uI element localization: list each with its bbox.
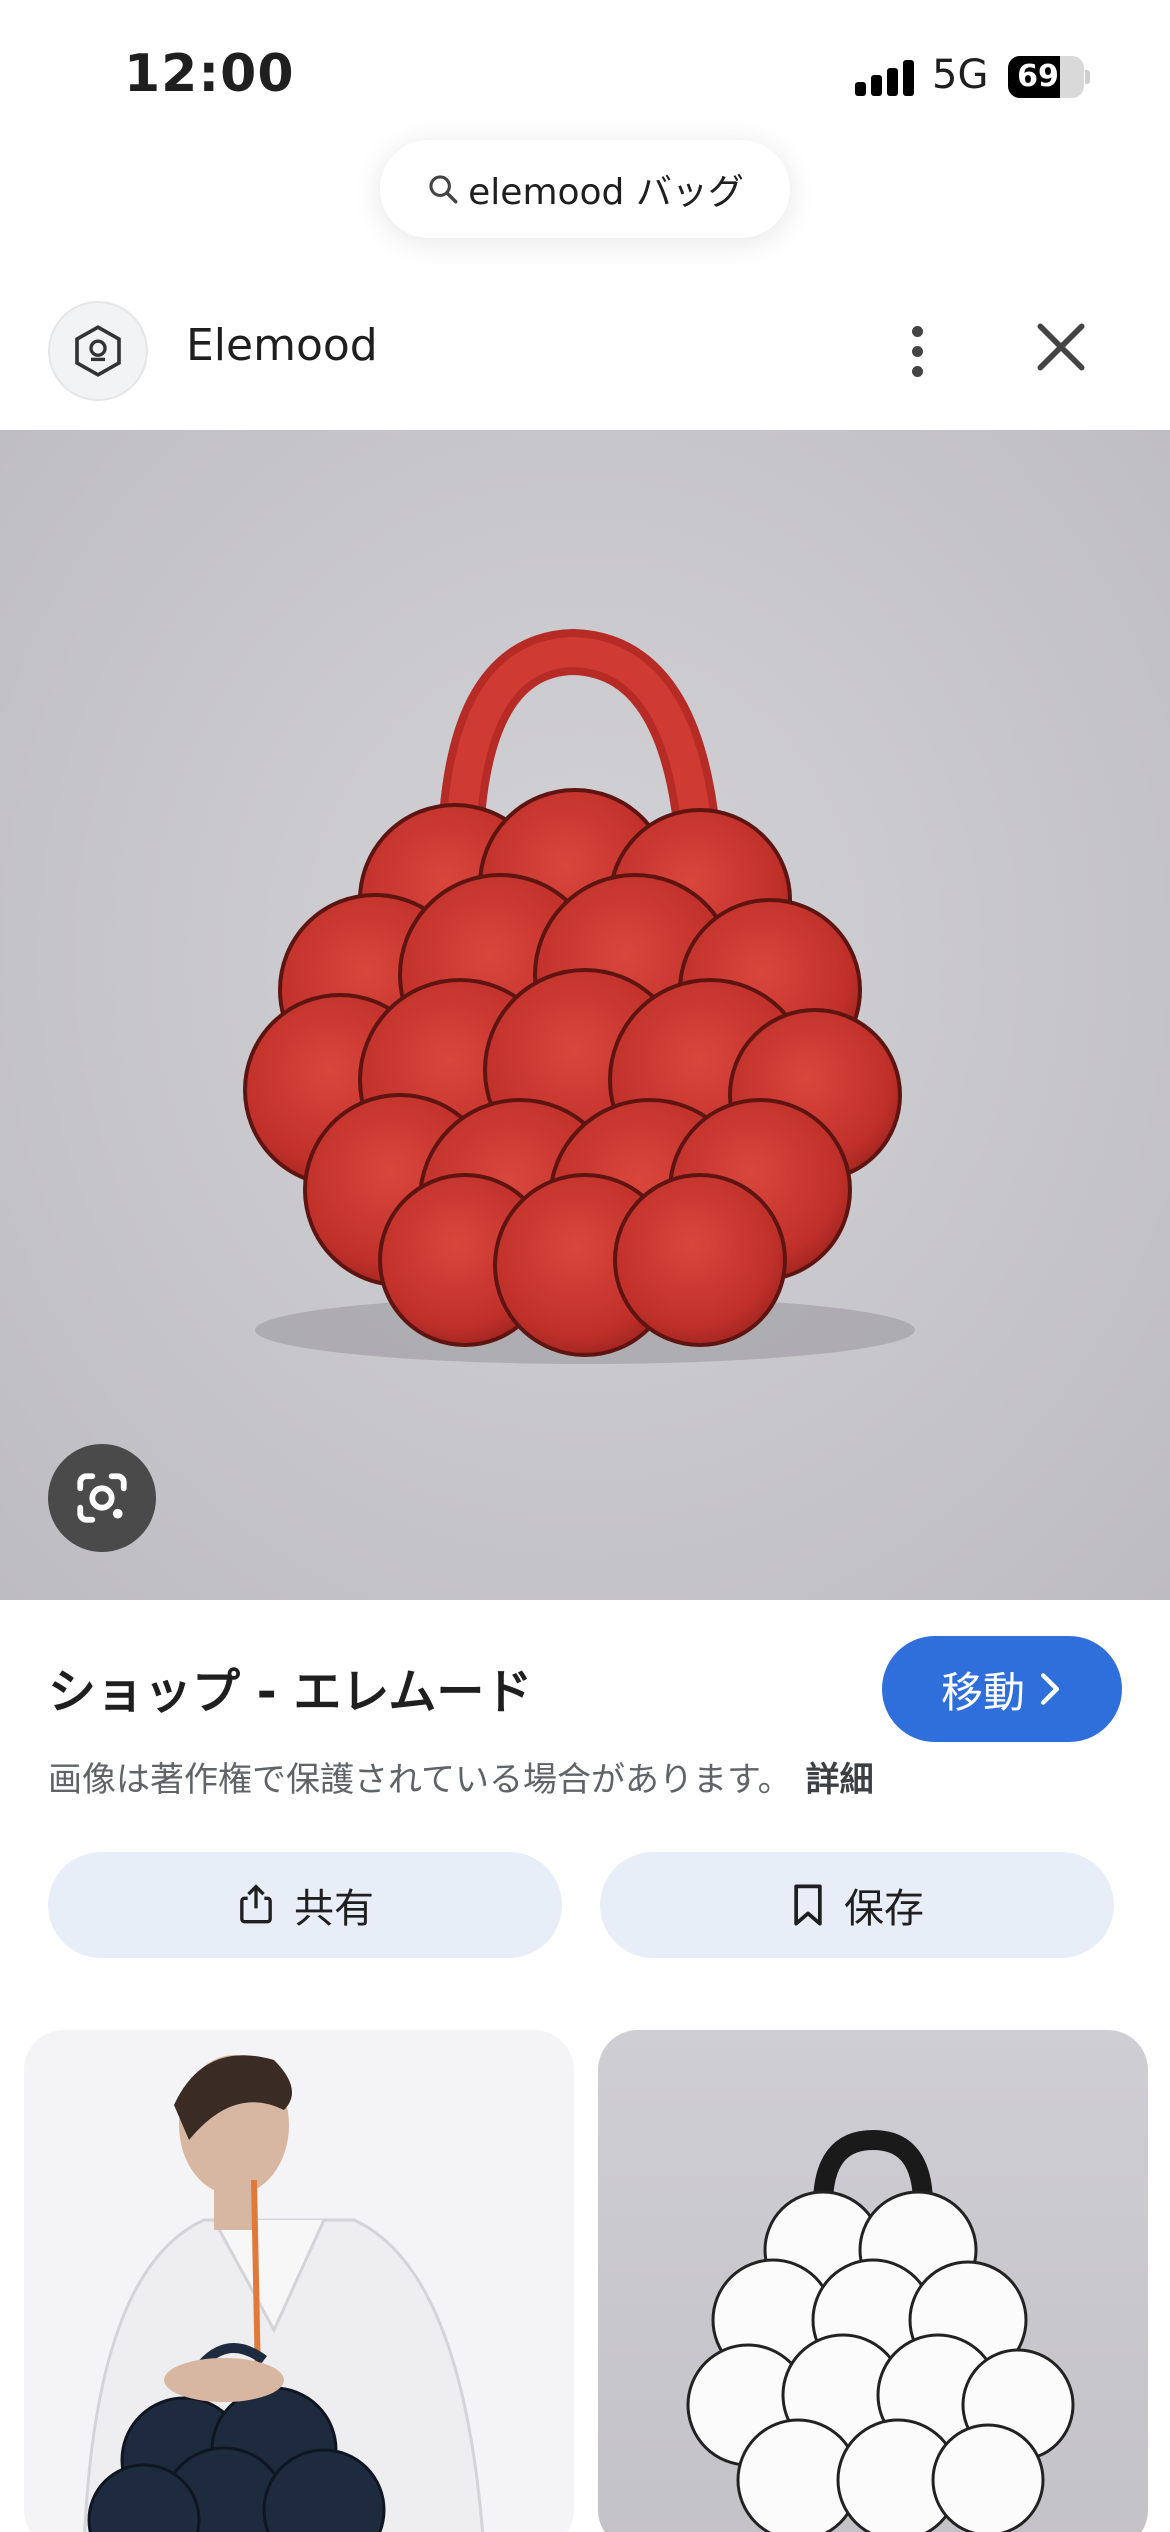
status-bar: 12:00 5G 69 [0,0,1170,140]
visit-label: 移動 [940,1667,1025,1717]
search-query-text: elemood バッグ [468,172,744,213]
battery-level: 69 [1017,59,1059,94]
visit-button[interactable]: 移動 [882,1636,1122,1742]
related-image-white-bag[interactable] [598,2030,1148,2532]
status-time: 12:00 [124,44,295,104]
model-with-navy-bag-image [83,2055,485,2532]
share-icon [240,1884,272,1924]
result-title[interactable]: ショップ - エレムード [48,1652,532,1722]
copyright-notice: 画像は著作権で保護されている場合があります。 詳細 [48,1752,874,1801]
save-label: 保存 [844,1886,924,1932]
google-lens-button[interactable] [48,1444,156,1552]
more-options-button[interactable] [888,310,948,390]
network-type: 5G [932,52,989,98]
result-header: Elemood [0,290,1170,430]
signal-icon [855,60,915,96]
bookmark-icon [794,1884,822,1926]
elemood-logo-icon [75,325,121,377]
chevron-right-icon [1040,1673,1060,1705]
battery-icon: 69 [1008,56,1090,98]
related-image-model[interactable] [24,2030,574,2532]
close-icon[interactable] [1030,316,1092,378]
share-label: 共有 [294,1886,374,1932]
site-logo[interactable] [48,301,148,401]
save-button[interactable]: 保存 [600,1852,1114,1958]
search-query-pill[interactable]: elemood バッグ [380,140,790,238]
white-origami-bag-image [686,2129,1075,2532]
lens-icon [77,1473,127,1523]
share-button[interactable]: 共有 [48,1852,562,1958]
details-link[interactable]: 詳細 [806,1760,874,1800]
site-name[interactable]: Elemood [186,320,378,371]
bag-petal [613,1173,787,1347]
search-icon [429,175,458,204]
main-image[interactable] [0,430,1170,1600]
copyright-text: 画像は著作権で保護されている場合があります。 [48,1760,792,1800]
red-origami-bag-image [243,628,915,1364]
